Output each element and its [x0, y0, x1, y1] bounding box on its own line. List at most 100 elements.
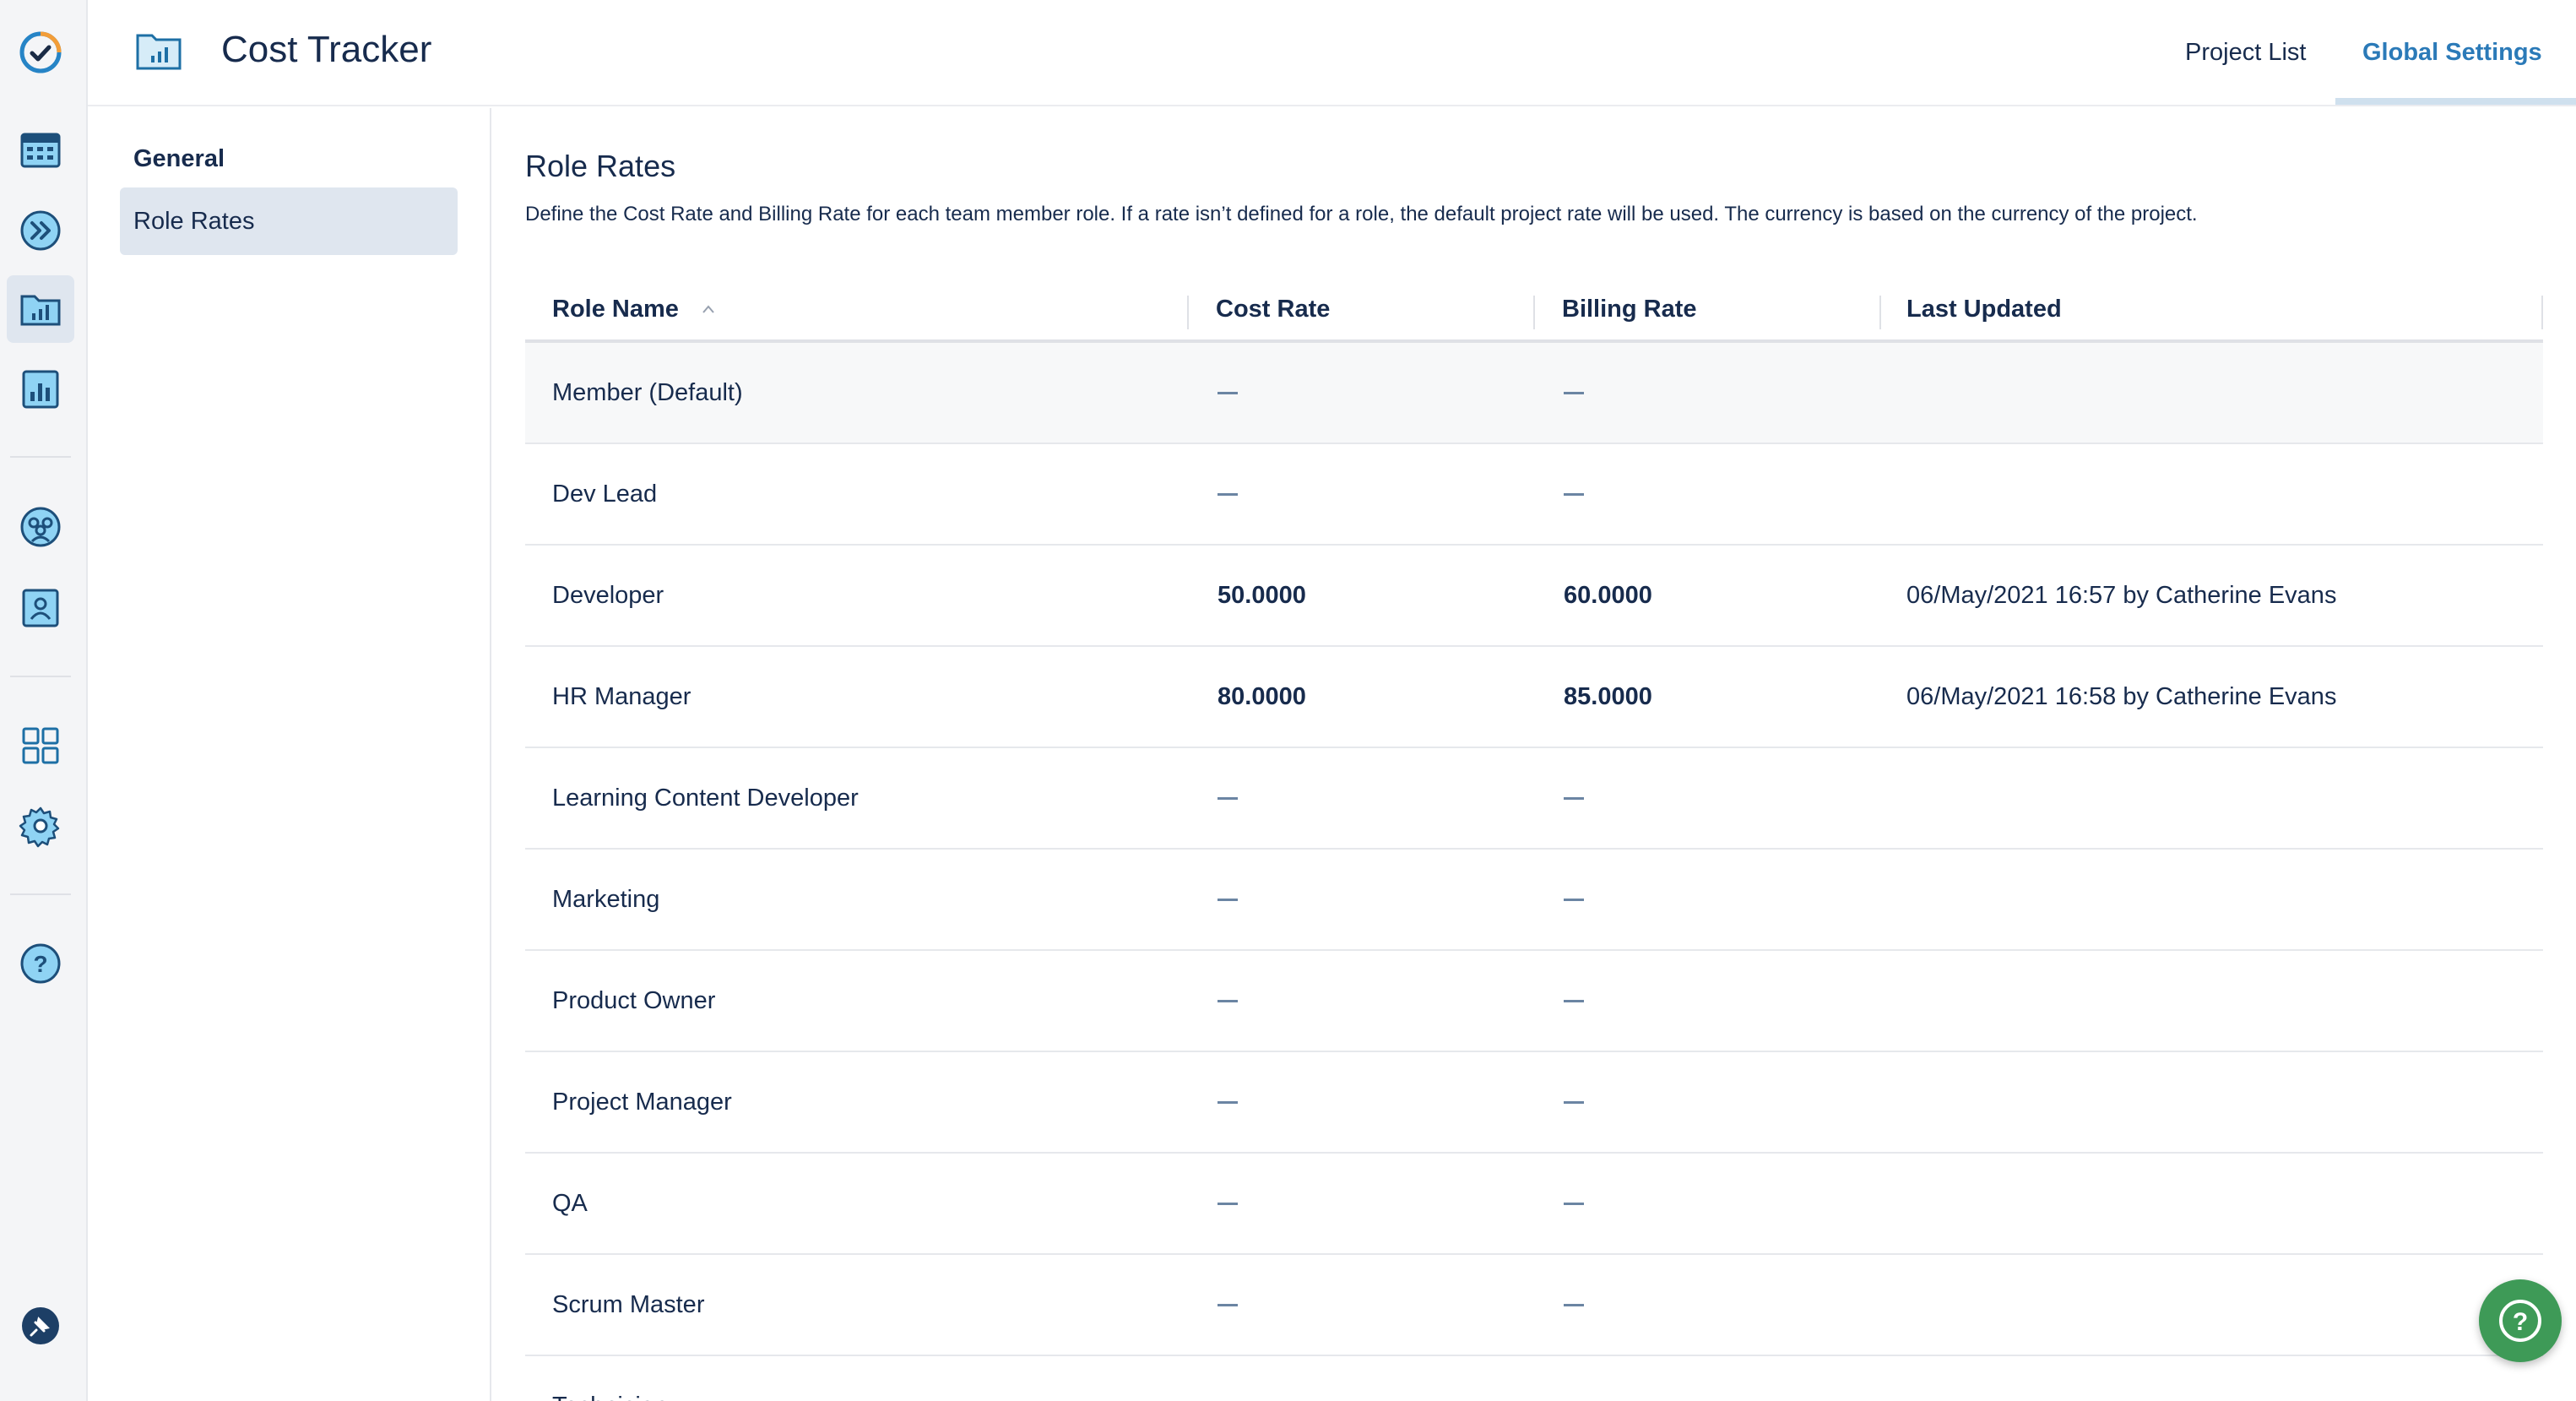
role-name-cell: Project Manager	[552, 1088, 732, 1116]
page-description: Define the Cost Rate and Billing Rate fo…	[525, 203, 2198, 225]
page-title: Role Rates	[525, 149, 676, 183]
cost-rate-cell	[1217, 343, 1238, 443]
active-tab-indicator	[2335, 98, 2576, 105]
column-header-role-name[interactable]: Role Name	[552, 279, 716, 339]
table-body: Member (Default) Dev Lead Developer 50.0000…	[525, 343, 2543, 1401]
cost-rate-cell	[1217, 1255, 1238, 1355]
table-row[interactable]: Developer 50.0000 60.0000 06/May/2021 16:57…	[525, 546, 2543, 647]
user-card-icon[interactable]	[7, 574, 74, 642]
empty-value-dash	[1217, 1303, 1238, 1306]
table-row[interactable]: QA	[525, 1154, 2543, 1255]
apps-grid-icon[interactable]	[7, 712, 74, 779]
billing-rate-cell	[1564, 444, 1584, 544]
left-rail: ?	[0, 0, 88, 1401]
billing-rate-cell	[1564, 1356, 1584, 1401]
help-icon: ?	[2499, 1300, 2541, 1342]
empty-value-dash	[1564, 1100, 1584, 1104]
tab-global-settings[interactable]: Global Settings	[2362, 39, 2542, 67]
table-row[interactable]: Member (Default)	[525, 343, 2543, 444]
main-content: Role Rates Define the Cost Rate and Bill…	[525, 108, 2543, 1401]
empty-value-dash	[1564, 999, 1584, 1002]
svg-text:?: ?	[33, 951, 47, 977]
cost-rate-cell	[1217, 1356, 1238, 1401]
role-rates-table: Role Name Cost Rate Billing Rate Last Up…	[525, 279, 2543, 1401]
rail-divider	[10, 456, 71, 458]
table-row[interactable]: Scrum Master	[525, 1255, 2543, 1356]
role-name-cell: Technician	[552, 1356, 668, 1401]
sort-ascending-icon[interactable]	[701, 304, 716, 314]
role-name-cell: Dev Lead	[552, 480, 658, 508]
tab-project-list[interactable]: Project List	[2185, 39, 2306, 67]
folder-chart-icon	[136, 34, 182, 70]
cost-rate-cell	[1217, 1154, 1238, 1253]
rail-divider	[10, 893, 71, 895]
column-divider	[1533, 296, 1535, 329]
report-chart-icon[interactable]	[7, 356, 74, 423]
empty-value-dash	[1217, 1202, 1238, 1205]
role-name-cell: QA	[552, 1189, 588, 1217]
cost-rate-cell	[1217, 444, 1238, 544]
role-name-cell: Member (Default)	[552, 378, 743, 406]
last-updated-cell: 06/May/2021 16:57 by Catherine Evans	[1906, 581, 2337, 609]
empty-value-dash	[1217, 492, 1238, 496]
app-title: Cost Tracker	[221, 29, 432, 70]
column-divider	[1879, 296, 1881, 329]
role-name-cell: Product Owner	[552, 986, 716, 1014]
cost-rate-cell	[1217, 1052, 1238, 1152]
billing-rate-cell	[1564, 748, 1584, 848]
role-name-cell: Marketing	[552, 885, 660, 913]
calendar-icon[interactable]	[7, 116, 74, 183]
table-row[interactable]: Learning Content Developer	[525, 748, 2543, 850]
role-name-cell: Scrum Master	[552, 1290, 705, 1318]
column-divider	[1187, 296, 1189, 329]
column-header-billing-rate[interactable]: Billing Rate	[1562, 279, 1697, 339]
empty-value-dash	[1564, 898, 1584, 901]
empty-value-dash	[1564, 391, 1584, 394]
column-header-label: Role Name	[552, 295, 679, 323]
table-row[interactable]: Project Manager	[525, 1052, 2543, 1154]
settings-sidebar: General Role Rates	[88, 108, 491, 1401]
table-row[interactable]: Technician	[525, 1356, 2543, 1401]
billing-rate-cell: 60.0000	[1564, 581, 1652, 609]
role-name-cell: Learning Content Developer	[552, 784, 859, 812]
cost-rate-cell: 80.0000	[1217, 682, 1306, 710]
billing-rate-cell: 85.0000	[1564, 682, 1652, 710]
cost-rate-cell	[1217, 748, 1238, 848]
table-row[interactable]: HR Manager 80.0000 85.0000 06/May/2021 16:5…	[525, 647, 2543, 748]
empty-value-dash	[1217, 796, 1238, 800]
svg-text:?: ?	[2513, 1308, 2528, 1336]
empty-value-dash	[1564, 492, 1584, 496]
billing-rate-cell	[1564, 1052, 1584, 1152]
column-divider	[2541, 296, 2543, 329]
help-icon[interactable]: ?	[7, 930, 74, 997]
table-row[interactable]: Product Owner	[525, 951, 2543, 1052]
pin-icon[interactable]	[7, 1292, 74, 1360]
empty-value-dash	[1217, 999, 1238, 1002]
rail-divider	[10, 676, 71, 677]
settings-gear-icon[interactable]	[7, 792, 74, 860]
billing-rate-cell	[1564, 951, 1584, 1051]
role-name-cell: Developer	[552, 581, 664, 609]
role-name-cell: HR Manager	[552, 682, 691, 710]
team-icon[interactable]	[7, 493, 74, 561]
billing-rate-cell	[1564, 1154, 1584, 1253]
app-logo-check-icon[interactable]	[7, 19, 74, 86]
empty-value-dash	[1217, 391, 1238, 394]
help-button[interactable]: ?	[2479, 1279, 2562, 1362]
double-chevron-icon[interactable]	[7, 197, 74, 264]
column-header-last-updated[interactable]: Last Updated	[1906, 279, 2062, 339]
empty-value-dash	[1564, 1202, 1584, 1205]
nav-section-heading: General	[133, 145, 225, 172]
nav-item-role-rates[interactable]: Role Rates	[120, 187, 458, 255]
folder-chart-icon[interactable]	[7, 275, 74, 343]
empty-value-dash	[1564, 1303, 1584, 1306]
table-row[interactable]: Marketing	[525, 850, 2543, 951]
table-row[interactable]: Dev Lead	[525, 444, 2543, 546]
billing-rate-cell	[1564, 343, 1584, 443]
last-updated-cell: 06/May/2021 16:58 by Catherine Evans	[1906, 682, 2337, 710]
column-header-cost-rate[interactable]: Cost Rate	[1216, 279, 1330, 339]
billing-rate-cell	[1564, 850, 1584, 949]
cost-rate-cell	[1217, 951, 1238, 1051]
billing-rate-cell	[1564, 1255, 1584, 1355]
cost-rate-cell	[1217, 850, 1238, 949]
